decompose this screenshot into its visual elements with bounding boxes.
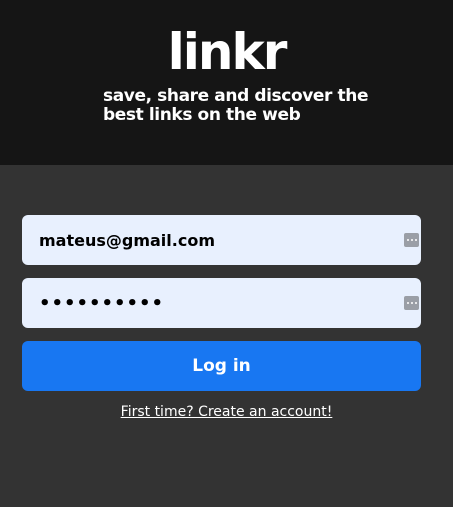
- email-input[interactable]: [22, 215, 382, 265]
- header: linkr save, share and discover the best …: [0, 0, 453, 165]
- tagline-line-2: best links on the web: [103, 105, 301, 125]
- app-logo: linkr: [167, 23, 288, 81]
- email-field[interactable]: [22, 215, 421, 265]
- login-button[interactable]: Log in: [22, 341, 421, 391]
- key-autofill-icon[interactable]: [404, 296, 419, 310]
- create-account-link[interactable]: First time? Create an account!: [0, 402, 453, 422]
- password-field[interactable]: [22, 278, 421, 328]
- tagline: save, share and discover the best links …: [103, 87, 403, 125]
- tagline-line-1: save, share and discover the: [103, 86, 369, 106]
- password-input[interactable]: [22, 278, 382, 328]
- key-autofill-icon[interactable]: [404, 233, 419, 247]
